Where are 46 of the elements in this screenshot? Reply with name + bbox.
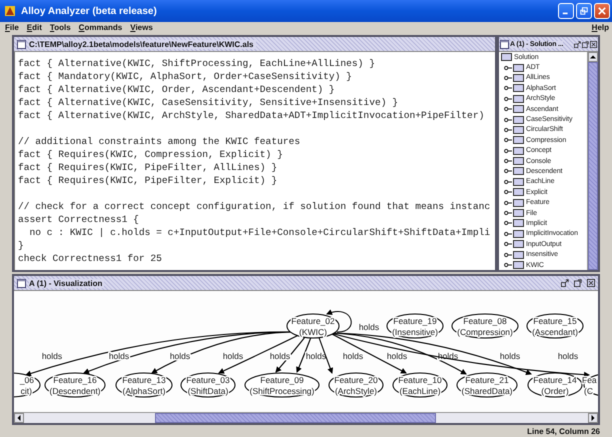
graph-node[interactable]: Feature_03 (ShiftData) [180, 372, 236, 398]
menu-item[interactable]: Commands [78, 23, 122, 32]
graph-node[interactable]: Feature_20 (ArchStyle) [328, 372, 384, 398]
frame-title: A (1) - Visualization [29, 278, 104, 288]
edge-label: holds [500, 351, 520, 361]
edge-label: holds [108, 351, 130, 361]
file-path-title: C:\TEMP\alloy2.1beta\models\feature\NewFeature\KWIC.als [29, 40, 256, 48]
code-line: fact { Alternative(KWIC, CaseSensitivity, Sensitive+Insensitive) } [18, 96, 399, 109]
graph-node[interactable]: Feature_10 (EachLine) [392, 372, 448, 398]
code-line: fact { Requires(KWIC, PipeFilter, AllLines) } [18, 161, 278, 174]
code-line: fact { Alternative(KWIC, ShiftProcessing, EachLine+AllLines) } [18, 57, 376, 70]
code-line: fact { Requires(KWIC, PipeFilter, Explicit) } [18, 174, 278, 187]
edge-label: holds [222, 351, 244, 361]
code-line: check Correctness1 for 25 [18, 252, 163, 265]
status-text: Line 54, Column 26 [527, 426, 600, 436]
code-line: } [18, 239, 25, 252]
code-line: assert Correctness1 { [18, 213, 140, 226]
code-line: // additional constraints among the KWIC features [18, 135, 302, 148]
graph-node[interactable]: Feature_15 (Ascendant) [526, 314, 584, 338]
help-menu[interactable]: Help [592, 23, 609, 32]
edge-label: holds [306, 351, 326, 361]
menu-item[interactable]: Views [130, 23, 153, 32]
menu-item[interactable]: Tools [50, 23, 71, 32]
graph-node[interactable]: Feature_08 (Compression) [452, 314, 518, 338]
code-line: fact { Alternative(KWIC, ArchStyle, SharedData+ADT+ImplicitInvocation+PipeFilter) [18, 109, 486, 122]
menu-item[interactable]: File [5, 23, 19, 32]
code-line: fact { Requires(KWIC, Compression, Explicit) } [18, 148, 284, 161]
edge-label: holds [386, 351, 408, 361]
graph-node[interactable]: Feature_02 (KWIC) [286, 314, 340, 338]
graph-node[interactable]: Feature_21 (SharedData) [456, 372, 518, 398]
code-line: fact { Mandatory(KWIC, AlphaSort, Order+CaseSensitivity) } [18, 70, 353, 83]
code-line: // check for a correct concept configuration, if solution found that means instanc [18, 200, 492, 213]
edge-label: holds [342, 351, 364, 361]
code-line: fact { Alternative(KWIC, Order, Ascendant+Descendent) } [18, 83, 336, 96]
code-line: no c : KWIC | c.holds = c+InputOutput+File+Console+CircularShift+ShiftData+Impli [28, 226, 492, 239]
edge-label: holds [42, 351, 62, 361]
graph-node[interactable]: Feature_19 (Insensitive) [386, 314, 444, 338]
edge-label: holds [358, 322, 380, 332]
window-title: Alloy Analyzer (beta release) [21, 6, 157, 16]
graph-node[interactable]: Feature_13 (AlphaSort) [116, 372, 172, 398]
menu-item[interactable]: Edit [26, 23, 42, 32]
edge-label: holds [558, 351, 578, 361]
graph-node[interactable]: Feature_09 (ShiftProcessing) [244, 372, 320, 398]
graph-node[interactable]: Feature_16 (Descendent) [44, 372, 106, 398]
graph-node[interactable]: _06 cit) [14, 372, 40, 398]
edge-label: holds [270, 351, 290, 361]
